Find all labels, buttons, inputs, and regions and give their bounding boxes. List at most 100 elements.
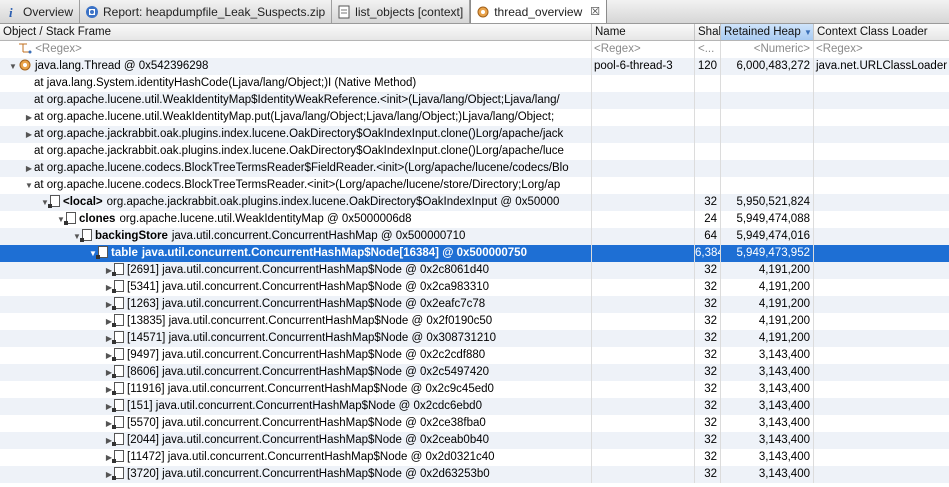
table-row[interactable]: ▼ table java.util.concurrent.ConcurrentHas…	[0, 245, 949, 262]
name-cell	[592, 143, 695, 160]
table-row[interactable]: ▶ [9497] java.util.concurrent.ConcurrentH…	[0, 347, 949, 364]
object-cell: ▶ [2691] java.util.concurrent.ConcurrentH…	[0, 262, 592, 279]
object-cell: at org.apache.jackrabbit.oak.plugins.ind…	[0, 143, 592, 160]
class-loader-cell	[814, 364, 949, 381]
retained-heap-cell: 3,143,400	[721, 381, 814, 398]
table-row[interactable]: ▼ java.lang.Thread @ 0x542396298 pool-6-th…	[0, 58, 949, 75]
column-name[interactable]: Name	[592, 24, 695, 40]
filter-loader-input[interactable]: <Regex>	[814, 41, 949, 58]
retained-heap-cell	[721, 126, 814, 143]
class-loader-cell	[814, 109, 949, 126]
expand-toggle-icon[interactable]: ▶	[24, 126, 34, 143]
table-row[interactable]: ▶ [11472] java.util.concurrent.Concurrent…	[0, 449, 949, 466]
collapse-toggle-icon[interactable]: ▼	[72, 228, 82, 245]
table-row[interactable]: ▶ [8606] java.util.concurrent.ConcurrentH…	[0, 364, 949, 381]
class-loader-cell	[814, 279, 949, 296]
expand-toggle-icon[interactable]: ▶	[104, 313, 114, 330]
column-retained-heap[interactable]: Retained Heap ▼	[721, 24, 814, 40]
filter-retained-input[interactable]: <Numeric>	[721, 41, 814, 58]
expand-toggle-icon[interactable]: ▶	[104, 279, 114, 296]
table-row[interactable]: ▶ [151] java.util.concurrent.ConcurrentHa…	[0, 398, 949, 415]
expand-toggle-icon[interactable]: ▶	[104, 432, 114, 449]
shallow-heap-cell: 32	[695, 415, 721, 432]
retained-heap-cell: 3,143,400	[721, 432, 814, 449]
list-icon	[337, 5, 351, 19]
column-object[interactable]: Object / Stack Frame	[0, 24, 592, 40]
object-cell: at org.apache.lucene.util.WeakIdentityMa…	[0, 92, 592, 109]
shallow-heap-cell: 32	[695, 432, 721, 449]
expand-toggle-icon[interactable]: ▶	[104, 381, 114, 398]
expand-toggle-icon[interactable]: ▶	[24, 109, 34, 126]
expand-toggle-icon[interactable]: ▶	[104, 415, 114, 432]
expand-toggle-icon[interactable]: ▶	[104, 364, 114, 381]
table-row[interactable]: ▶ at org.apache.jackrabbit.oak.plugins.in…	[0, 126, 949, 143]
expand-toggle-icon[interactable]: ▶	[24, 160, 34, 177]
tab-label: Report: heapdumpfile_Leak_Suspects.zip	[103, 4, 326, 19]
table-row[interactable]: at org.apache.lucene.util.WeakIdentityMa…	[0, 92, 949, 109]
column-shallow-heap[interactable]: Shal	[695, 24, 721, 40]
retained-heap-cell: 3,143,400	[721, 347, 814, 364]
collapse-toggle-icon[interactable]: ▼	[56, 211, 66, 228]
collapse-toggle-icon[interactable]: ▼	[24, 177, 34, 194]
tab-list-objects[interactable]: list_objects [context]	[332, 0, 471, 23]
table-row[interactable]: ▶ [3720] java.util.concurrent.ConcurrentH…	[0, 466, 949, 483]
tab-thread-overview[interactable]: thread_overview ☒	[470, 0, 608, 23]
row-label: org.apache.lucene.util.WeakIdentityMap @…	[119, 213, 412, 225]
table-row[interactable]: ▼at org.apache.lucene.codecs.BlockTreeTe…	[0, 177, 949, 194]
tab-label: list_objects [context]	[355, 4, 464, 19]
table-row[interactable]: ▼ <local> org.apache.jackrabbit.oak.plugin…	[0, 194, 949, 211]
shallow-heap-cell: 32	[695, 381, 721, 398]
name-cell	[592, 381, 695, 398]
expand-toggle-icon[interactable]: ▶	[104, 449, 114, 466]
tab-overview[interactable]: i Overview	[0, 0, 81, 23]
class-loader-cell	[814, 126, 949, 143]
expand-toggle-icon[interactable]: ▶	[104, 398, 114, 415]
name-cell	[592, 228, 695, 245]
name-cell	[592, 347, 695, 364]
shallow-heap-cell: 32	[695, 364, 721, 381]
filter-object-input[interactable]: <Regex>	[35, 43, 82, 55]
table-row[interactable]: ▶ [14571] java.util.concurrent.Concurrent…	[0, 330, 949, 347]
collapse-toggle-icon[interactable]: ▼	[40, 194, 50, 211]
object-icon	[112, 467, 124, 480]
table-row[interactable]: ▶ [1263] java.util.concurrent.ConcurrentH…	[0, 296, 949, 313]
collapse-toggle-icon[interactable]: ▼	[8, 58, 18, 75]
table-row[interactable]: ▼ backingStore java.util.concurrent.Concur…	[0, 228, 949, 245]
object-icon	[112, 450, 124, 463]
close-icon[interactable]: ☒	[590, 5, 600, 18]
shallow-heap-cell	[695, 177, 721, 194]
table-row[interactable]: ▶ [11916] java.util.concurrent.Concurrent…	[0, 381, 949, 398]
expand-toggle-icon[interactable]: ▶	[104, 330, 114, 347]
table-row[interactable]: ▶ at org.apache.lucene.codecs.BlockTreeTe…	[0, 160, 949, 177]
filter-name-input[interactable]: <Regex>	[592, 41, 695, 58]
row-label: java.util.concurrent.ConcurrentHashMap$N…	[141, 247, 527, 259]
filter-shallow-input[interactable]: <...	[695, 41, 721, 58]
table-row[interactable]: at org.apache.jackrabbit.oak.plugins.ind…	[0, 143, 949, 160]
table-row[interactable]: ▶ [2044] java.util.concurrent.ConcurrentH…	[0, 432, 949, 449]
table-row[interactable]: at java.lang.System.identityHashCode(Lja…	[0, 75, 949, 92]
shallow-heap-cell	[695, 143, 721, 160]
object-cell: ▼ table java.util.concurrent.ConcurrentHas…	[0, 245, 592, 262]
retained-heap-cell: 3,143,400	[721, 364, 814, 381]
table-row[interactable]: ▶ [5570] java.util.concurrent.ConcurrentH…	[0, 415, 949, 432]
object-cell: ▶ [151] java.util.concurrent.ConcurrentHa…	[0, 398, 592, 415]
table-row[interactable]: ▼ clones org.apache.lucene.util.WeakIdenti…	[0, 211, 949, 228]
table-row[interactable]: ▶ at org.apache.lucene.util.WeakIdentityM…	[0, 109, 949, 126]
table-row[interactable]: ▶ [13835] java.util.concurrent.Concurrent…	[0, 313, 949, 330]
expand-toggle-icon[interactable]: ▶	[104, 466, 114, 483]
collapse-toggle-icon[interactable]: ▼	[88, 245, 98, 262]
shallow-heap-cell	[695, 126, 721, 143]
column-context-class-loader[interactable]: Context Class Loader	[814, 24, 949, 40]
filter-icon	[0, 43, 35, 55]
retained-heap-cell	[721, 177, 814, 194]
expand-toggle-icon[interactable]: ▶	[104, 347, 114, 364]
table-row[interactable]: ▶ [2691] java.util.concurrent.ConcurrentH…	[0, 262, 949, 279]
name-cell	[592, 75, 695, 92]
object-icon	[112, 263, 124, 276]
table-row[interactable]: ▶ [5341] java.util.concurrent.ConcurrentH…	[0, 279, 949, 296]
class-loader-cell	[814, 432, 949, 449]
expand-toggle-icon[interactable]: ▶	[104, 296, 114, 313]
shallow-heap-cell: 120	[695, 58, 721, 75]
expand-toggle-icon[interactable]: ▶	[104, 262, 114, 279]
tab-report[interactable]: Report: heapdumpfile_Leak_Suspects.zip	[80, 0, 333, 23]
